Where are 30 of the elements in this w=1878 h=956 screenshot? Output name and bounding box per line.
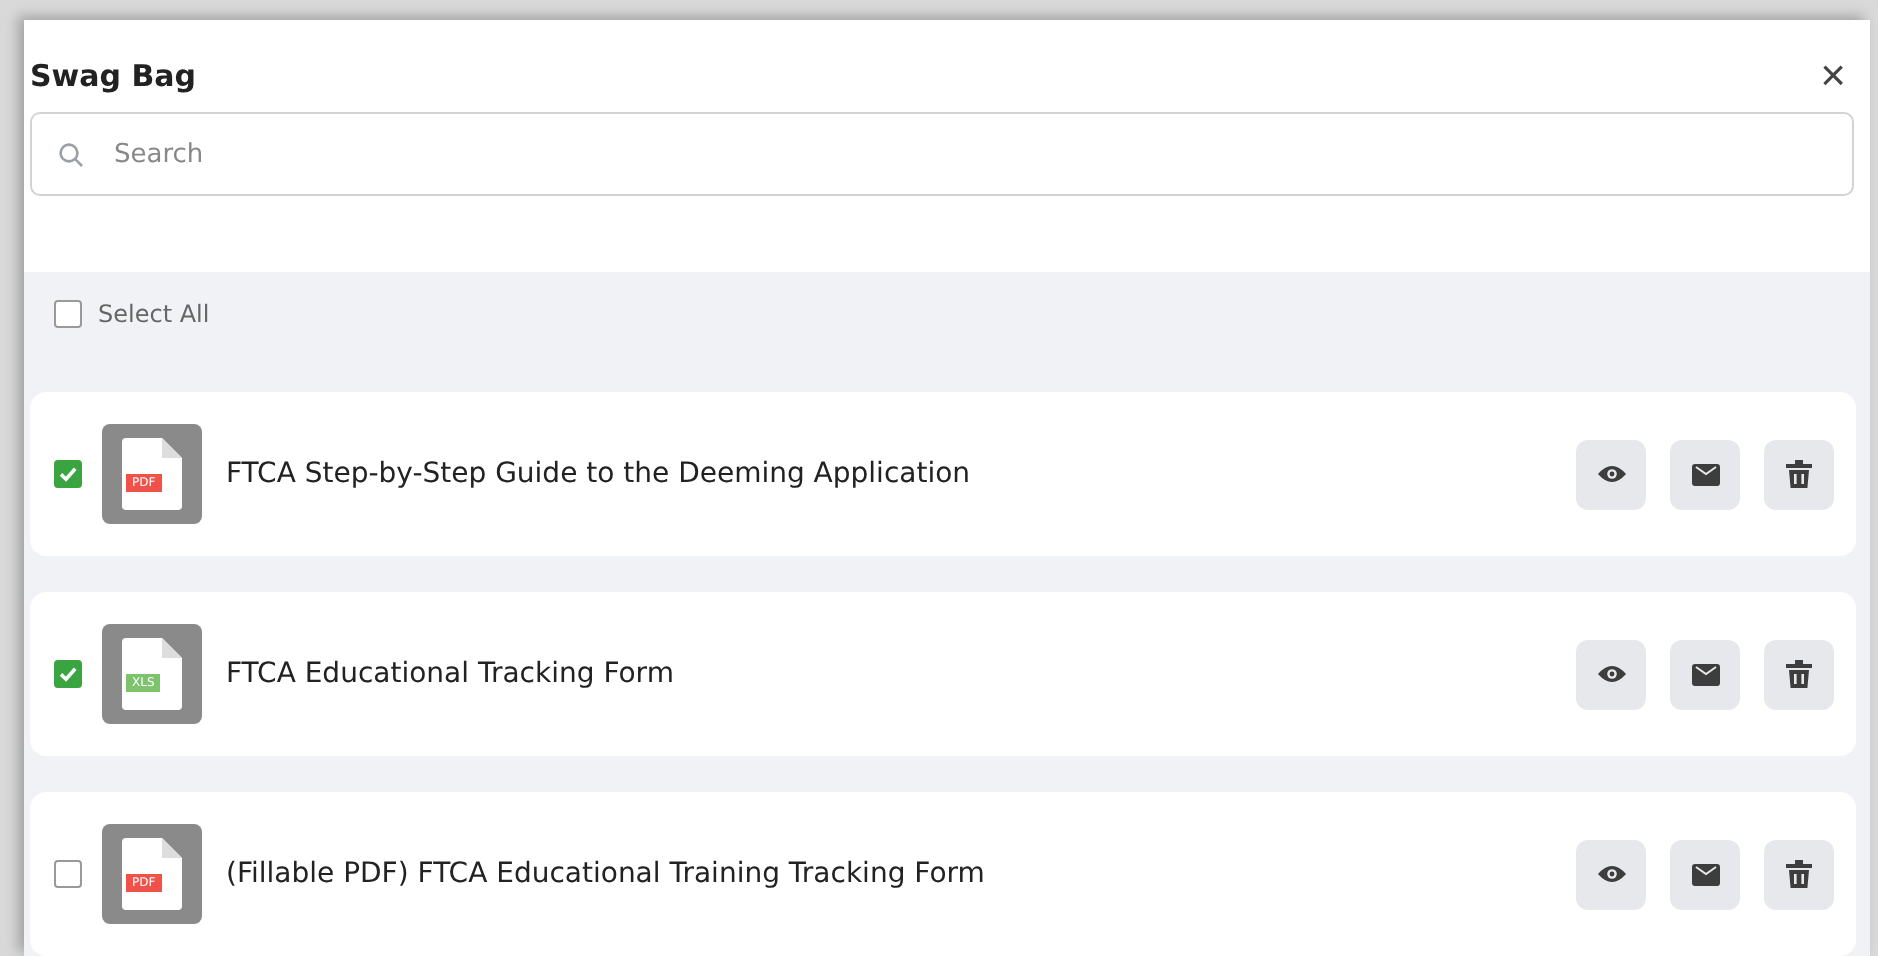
dialog-title: Swag Bag [30, 58, 197, 94]
delete-button[interactable] [1764, 639, 1834, 709]
email-button[interactable] [1670, 639, 1740, 709]
eye-icon [1597, 464, 1625, 484]
preview-button[interactable] [1576, 639, 1646, 709]
delete-button[interactable] [1764, 839, 1834, 909]
email-button[interactable] [1670, 839, 1740, 909]
search-icon [58, 142, 84, 168]
preview-button[interactable] [1576, 839, 1646, 909]
checkbox[interactable] [54, 460, 82, 488]
file-title: FTCA Educational Tracking Form [224, 658, 676, 690]
trash-icon [1786, 860, 1812, 888]
envelope-icon [1691, 663, 1719, 685]
checkbox[interactable] [54, 860, 82, 888]
search-field[interactable]: Search [30, 112, 1854, 196]
file-title: (Fillable PDF) FTCA Educational Training Tracking Form [224, 858, 987, 890]
envelope-icon [1691, 863, 1719, 885]
select-all-label: Select All [98, 300, 210, 328]
envelope-icon [1691, 463, 1719, 485]
preview-button[interactable] [1576, 439, 1646, 509]
email-button[interactable] [1670, 439, 1740, 509]
close-button[interactable]: × [1812, 50, 1854, 102]
checkbox[interactable] [54, 300, 82, 328]
eye-icon [1597, 864, 1625, 884]
trash-icon [1786, 660, 1812, 688]
delete-button[interactable] [1764, 439, 1834, 509]
trash-icon [1786, 460, 1812, 488]
file-title: FTCA Step-by-Step Guide to the Deeming Application [224, 458, 973, 490]
checkbox[interactable] [54, 660, 82, 688]
eye-icon [1597, 664, 1625, 684]
